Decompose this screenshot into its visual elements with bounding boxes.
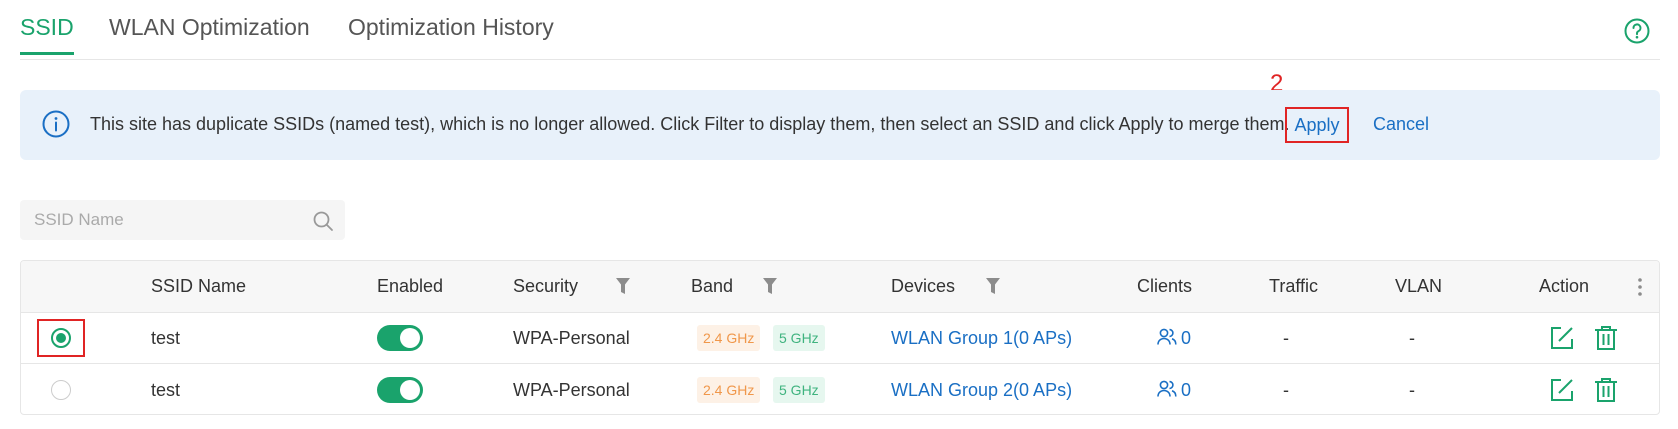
- header-band: Band: [691, 276, 734, 296]
- header-action: Action: [1539, 276, 1590, 296]
- devices-filter-icon[interactable]: [986, 278, 1000, 295]
- clients-link[interactable]: 0: [1157, 328, 1191, 349]
- users-icon: [1157, 328, 1177, 345]
- search-icon[interactable]: [312, 210, 334, 232]
- band-badge-2-4ghz: 2.4 GHz: [697, 377, 761, 403]
- edit-icon[interactable]: [1549, 377, 1575, 403]
- tab-ssid[interactable]: SSID: [20, 14, 74, 55]
- security-value: WPA-Personal: [513, 328, 630, 348]
- table-row: test WPA-Personal 2.4 GHz 5 GHz WLAN Gro…: [21, 365, 1659, 414]
- ssid-name: test: [151, 380, 181, 400]
- security-filter-icon[interactable]: [616, 278, 630, 295]
- devices-link[interactable]: WLAN Group 1(0 APs): [891, 328, 1072, 349]
- enabled-toggle[interactable]: [377, 377, 423, 403]
- clients-link[interactable]: 0: [1157, 380, 1191, 401]
- header-devices: Devices: [891, 276, 956, 296]
- row-select-radio[interactable]: [51, 328, 71, 348]
- header-security: Security: [513, 276, 579, 296]
- header-vlan: VLAN: [1395, 276, 1443, 296]
- clients-count: 0: [1181, 328, 1192, 348]
- table-row: test WPA-Personal 2.4 GHz 5 GHz WLAN Gro…: [21, 313, 1659, 364]
- help-circle-icon[interactable]: [1624, 18, 1650, 44]
- devices-link[interactable]: WLAN Group 2(0 APs): [891, 380, 1072, 401]
- tab-bar: SSID WLAN Optimization Optimization Hist…: [20, 0, 1660, 60]
- clients-count: 0: [1181, 380, 1192, 400]
- enabled-toggle[interactable]: [377, 325, 423, 351]
- trash-icon[interactable]: [1593, 325, 1619, 351]
- row-select-radio[interactable]: [51, 380, 71, 400]
- trash-icon[interactable]: [1593, 377, 1619, 403]
- header-clients: Clients: [1137, 276, 1193, 296]
- band-badge-2-4ghz: 2.4 GHz: [697, 325, 761, 351]
- ssid-table: SSID Name Enabled Security Band Devices …: [20, 260, 1660, 415]
- info-circle-icon: [42, 110, 70, 138]
- ssid-search-input[interactable]: [20, 200, 345, 240]
- edit-icon[interactable]: [1549, 325, 1575, 351]
- table-header: SSID Name Enabled Security Band Devices …: [21, 261, 1659, 313]
- duplicate-ssid-banner: This site has duplicate SSIDs (named tes…: [20, 90, 1660, 160]
- cancel-button[interactable]: Cancel: [1373, 114, 1429, 135]
- vlan-value: -: [1409, 380, 1415, 400]
- row-select-cell: [37, 371, 85, 409]
- apply-button[interactable]: Apply: [1285, 107, 1349, 143]
- security-value: WPA-Personal: [513, 380, 630, 400]
- header-ssid-name[interactable]: SSID Name: [151, 276, 246, 297]
- header-traffic: Traffic: [1269, 276, 1319, 296]
- row-select-highlight: [37, 319, 85, 357]
- traffic-value: -: [1283, 328, 1289, 348]
- band-badge-5ghz: 5 GHz: [773, 377, 825, 403]
- ssid-name: test: [151, 328, 181, 348]
- banner-message: This site has duplicate SSIDs (named tes…: [90, 114, 1290, 134]
- tab-wlan-optimization[interactable]: WLAN Optimization: [109, 14, 310, 55]
- band-badge-5ghz: 5 GHz: [773, 325, 825, 351]
- band-filter-icon[interactable]: [763, 278, 777, 295]
- header-enabled: Enabled: [377, 276, 444, 296]
- vlan-value: -: [1409, 328, 1415, 348]
- tab-optimization-history[interactable]: Optimization History: [348, 14, 554, 55]
- traffic-value: -: [1283, 380, 1289, 400]
- users-icon: [1157, 380, 1177, 397]
- kebab-menu-icon[interactable]: [1637, 277, 1643, 297]
